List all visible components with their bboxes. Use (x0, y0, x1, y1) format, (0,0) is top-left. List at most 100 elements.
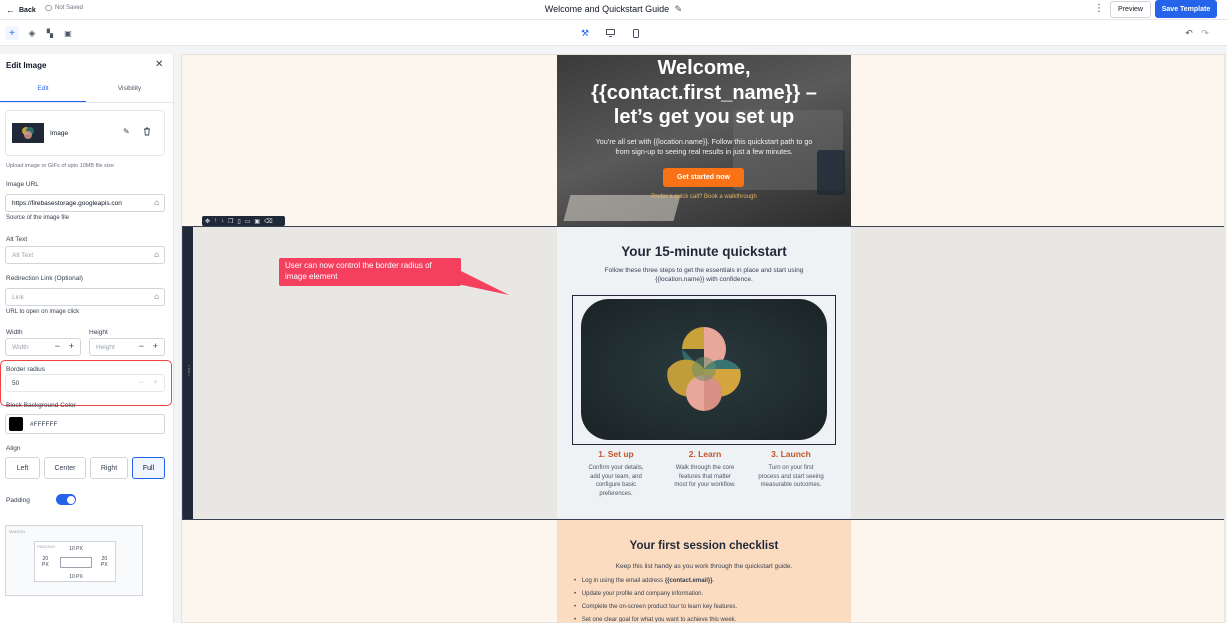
checklist-item: Set one clear goal for what you want to … (574, 617, 736, 622)
desktop-view-icon[interactable] (603, 26, 617, 40)
redirect-label: Redirection Link (Optional) (6, 275, 83, 282)
template-title: Welcome and Quickstart Guide ✎ (544, 4, 683, 14)
step-1-desc: Confirm your details, add your team, and… (588, 465, 644, 497)
arrow-up-icon[interactable]: ↑ (214, 218, 217, 224)
content-box (60, 557, 92, 568)
hero-heading: Welcome, {{contact.first_name}} – let’s … (591, 57, 817, 128)
border-radius-label: Border radius (6, 366, 46, 373)
upload-hint: Upload image or GIFs of upto 10MB file s… (6, 163, 114, 169)
plus-icon[interactable]: + (153, 377, 158, 387)
delete-icon[interactable]: ⌫ (264, 218, 272, 225)
padding-toggle[interactable] (56, 494, 76, 505)
plus-icon[interactable]: + (69, 341, 74, 351)
tag-icon[interactable]: ⌂ (154, 292, 159, 301)
save-template-button[interactable]: Save Template (1155, 0, 1217, 18)
desktop-icon[interactable]: ▭ (245, 218, 251, 225)
redo-icon[interactable]: ↷ (1198, 26, 1212, 40)
copy-icon[interactable]: ❐ (228, 218, 233, 225)
image-card: Image ✎ (5, 110, 165, 156)
tag-icon[interactable]: ⌂ (154, 198, 159, 207)
hero-subtext: You’re all set with {{location.name}}. F… (595, 137, 813, 156)
move-icon[interactable]: ✥ (205, 218, 210, 225)
step-2-desc: Walk through the core features that matt… (674, 465, 736, 488)
top-bar: ← Back Not Saved Welcome and Quickstart … (0, 0, 1227, 20)
layers-icon[interactable]: ◈ (25, 26, 39, 40)
padding-bottom-value[interactable]: 10 PX (35, 574, 117, 580)
checklist-section[interactable]: Your first session checklist Keep this l… (557, 520, 851, 622)
hero-section[interactable]: Welcome, {{contact.first_name}} – let’s … (557, 55, 851, 227)
mobile-view-icon[interactable] (629, 26, 643, 40)
box-model-padding: PADDING 10 PX 10 PX 20 PX 20 PX (34, 541, 116, 582)
close-icon[interactable]: ✕ (155, 59, 163, 70)
undo-icon[interactable]: ↶ (1182, 26, 1196, 40)
preview-button[interactable]: Preview (1110, 1, 1151, 18)
checklist-title: Your first session checklist (629, 540, 779, 552)
checklist-item: Update your profile and company informat… (574, 591, 703, 597)
height-stepper[interactable]: Height − + (89, 338, 165, 356)
width-stepper[interactable]: Width − + (5, 338, 81, 356)
minus-icon[interactable]: − (139, 341, 144, 351)
bg-color-label: Block Background Color (6, 402, 76, 409)
tag-icon[interactable]: ⌂ (154, 250, 159, 259)
checklist-item: Log in using the email address {{contact… (574, 578, 714, 584)
plus-icon[interactable]: + (153, 341, 158, 351)
pencil-icon[interactable]: ✎ (675, 4, 683, 14)
save-disk-icon[interactable]: ▣ (61, 26, 75, 40)
panel-title: Edit Image (6, 61, 47, 70)
height-label: Height (89, 329, 108, 336)
image-element-selected[interactable] (572, 295, 836, 445)
tab-edit[interactable]: Edit (0, 85, 86, 92)
alt-text-label: Alt Text (6, 236, 28, 243)
drag-dots-icon[interactable]: ⋮ ⋮ (185, 365, 193, 377)
mobile-icon[interactable]: ▯ (237, 218, 240, 225)
align-right-button[interactable]: Right (90, 457, 128, 479)
width-label: Width (6, 329, 23, 336)
get-started-button[interactable]: Get started now (663, 168, 744, 187)
padding-right-value[interactable]: 20 PX (101, 556, 108, 568)
step-2-title: 2. Learn (688, 449, 722, 459)
image-url-input[interactable]: https://firebasestorage.googleapis.con ⌂ (5, 194, 165, 212)
save-icon[interactable]: ▣ (254, 218, 260, 225)
alt-text-input[interactable]: Alt Text ⌂ (5, 246, 165, 264)
toggle-knob (66, 495, 75, 504)
checklist-subtext: Keep this list handy as you work through… (615, 563, 793, 570)
trash-icon[interactable] (143, 127, 151, 138)
border-radius-stepper[interactable]: 50 − + (5, 374, 165, 392)
minus-icon[interactable]: − (139, 377, 144, 387)
more-menu-icon[interactable]: ⋮ (1094, 3, 1104, 14)
quickstart-title: Your 15-minute quickstart (621, 244, 787, 259)
step-3-title: 3. Launch (771, 449, 811, 459)
annotation-arrow (453, 267, 509, 295)
minus-icon[interactable]: − (55, 341, 60, 351)
step-3-desc: Turn on your first process and start see… (758, 465, 824, 488)
redirect-hint: URL to open on image click (6, 309, 80, 315)
edit-pencil-icon[interactable]: ✎ (123, 127, 130, 136)
logo-graphic (667, 327, 741, 411)
align-left-button[interactable]: Left (5, 457, 40, 479)
bg-color-input[interactable]: #FFFFFF (5, 414, 165, 434)
align-full-button[interactable]: Full (132, 457, 165, 479)
arrow-down-icon[interactable]: ↓ (221, 218, 224, 224)
quickstart-content: Your 15-minute quickstart Follow these t… (557, 227, 851, 519)
paint-roller-icon[interactable]: ▚ (43, 26, 57, 40)
section-action-toolbar[interactable]: ✥ ↑ ↓ ❐ ▯ ▭ ▣ ⌫ (202, 216, 285, 226)
color-swatch[interactable] (9, 417, 23, 431)
walkthrough-link[interactable]: Prefer a quick call? Book a walkthrough (557, 194, 851, 200)
tools-icon[interactable]: ⚒ (578, 26, 592, 40)
step-1-title: 1. Set up (598, 449, 634, 459)
align-center-button[interactable]: Center (44, 457, 86, 479)
redirect-input[interactable]: Link ⌂ (5, 288, 165, 306)
image-thumbnail (12, 123, 44, 143)
edit-image-panel: Edit Image ✕ Edit Visibility Image ✎ Upl… (0, 54, 174, 623)
quickstart-subtext: Follow these three steps to get the esse… (604, 267, 804, 283)
tab-divider (0, 102, 173, 103)
padding-top-value[interactable]: 10 PX (35, 546, 117, 552)
align-label: Align (6, 445, 21, 452)
quickstart-section-selected[interactable]: ⋮ ⋮ ✥ ↑ ↓ ❐ ▯ ▭ ▣ ⌫ User can now control … (182, 216, 1224, 520)
padding-label: Padding (6, 497, 30, 504)
padding-left-value[interactable]: 20 PX (42, 556, 49, 568)
add-element-icon[interactable]: + (5, 26, 19, 40)
image-rounded[interactable] (581, 299, 827, 440)
tab-visibility[interactable]: Visibility (86, 85, 173, 92)
checklist-item: Complete the on-screen product tour to l… (574, 604, 737, 610)
